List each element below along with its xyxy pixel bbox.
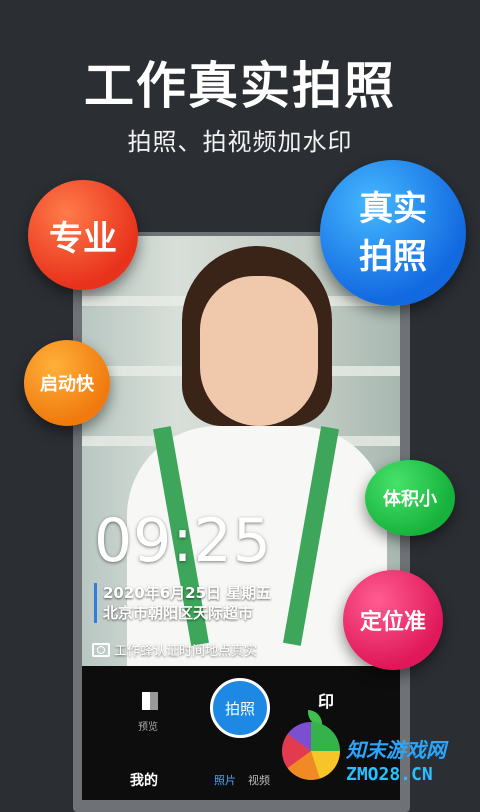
watermark-date: 2020年6月25日 星期五 — [103, 584, 272, 602]
feature-bubble-fast: 启动快 — [24, 340, 110, 426]
feature-bubble-pro: 专业 — [28, 180, 138, 290]
camera-icon — [92, 642, 110, 657]
feature-bubble-real-line2: 拍照 — [359, 237, 427, 277]
headline: 工作真实拍照 — [84, 57, 396, 115]
subline: 拍照、拍视频加水印 — [127, 128, 353, 156]
watermark-time: 09:25 — [94, 506, 272, 576]
feature-bubble-real-line1: 真实 — [359, 189, 427, 229]
person-face — [200, 276, 318, 426]
site-logo-name: 知末游戏网 — [346, 738, 446, 762]
shutter-button[interactable]: 拍照 — [210, 678, 270, 738]
shutter-label: 拍照 — [224, 699, 255, 718]
watermark-stamp: 2020年6月25日 星期五 北京市朝阳区天际超市 — [94, 583, 271, 623]
watermark-verify: 工作蜂认证时间地点真实 — [92, 640, 257, 659]
tab-photo[interactable]: 照片 — [214, 772, 236, 788]
feature-bubble-real: 真实 拍照 — [320, 160, 466, 306]
site-logo-icon — [282, 722, 340, 780]
watermark-button[interactable]: 印 — [318, 688, 334, 712]
preview-label: 预览 — [138, 722, 158, 733]
watermark-location: 北京市朝阳区天际超市 — [103, 604, 254, 622]
watermark-verify-text: 工作蜂认证时间地点真实 — [114, 644, 258, 659]
preview-thumbnail[interactable] — [142, 692, 158, 710]
camera-screen: 09:25 2020年6月25日 星期五 北京市朝阳区天际超市 工作蜂认证时间地… — [82, 236, 400, 800]
feature-bubble-small: 体积小 — [365, 460, 455, 536]
site-logo-domain: ZMO28.CN — [346, 764, 433, 785]
tab-video[interactable]: 视频 — [248, 772, 270, 788]
feature-bubble-location: 定位准 — [343, 570, 443, 670]
tab-mine[interactable]: 我的 — [130, 770, 158, 790]
